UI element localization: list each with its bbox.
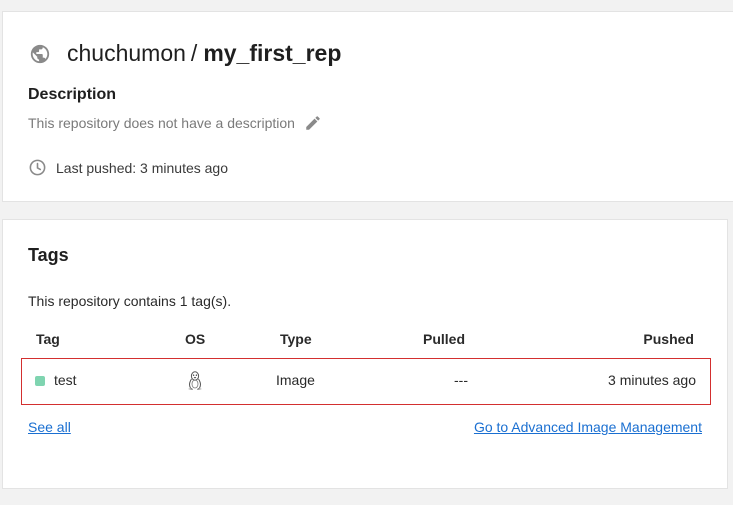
column-header-type: Type [280,331,312,347]
repo-owner[interactable]: chuchumon [67,40,186,66]
repo-summary-card: chuchumon / my_first_rep Description This … [2,11,733,202]
clock-icon [29,159,46,176]
tag-name[interactable]: test [54,372,77,388]
last-pushed-row: Last pushed: 3 minutes ago [28,158,228,177]
column-header-os: OS [185,331,206,347]
last-pushed-text: Last pushed: 3 minutes ago [56,159,229,176]
tags-title: Tags [28,245,69,265]
tags-count-text: This repository contains 1 tag(s). [28,293,232,309]
tag-pushed: 3 minutes ago [608,372,696,388]
tag-status-dot [35,376,45,386]
repo-separator: / [190,40,198,66]
tag-type: Image [276,372,315,388]
tag-pulled: --- [454,372,468,388]
column-header-tag: Tag [36,331,60,347]
tags-card: Tags This repository contains 1 tag(s). … [2,219,728,489]
linux-icon [188,371,202,390]
column-header-pushed: Pushed [643,331,694,347]
repo-header: chuchumon / my_first_rep [29,40,341,67]
repo-title: chuchumon / my_first_rep [67,40,341,67]
description-row: This repository does not have a descript… [28,114,322,132]
table-row[interactable]: test Image --- 3 minutes ago [21,358,711,405]
description-text: This repository does not have a descript… [28,115,295,131]
advanced-image-management-link[interactable]: Go to Advanced Image Management [474,419,702,435]
column-header-pulled: Pulled [422,331,465,347]
description-label: Description [28,86,117,103]
globe-icon [30,44,50,63]
pencil-icon[interactable] [304,114,322,132]
see-all-link[interactable]: See all [28,419,71,435]
repo-name: my_first_rep [203,40,342,66]
